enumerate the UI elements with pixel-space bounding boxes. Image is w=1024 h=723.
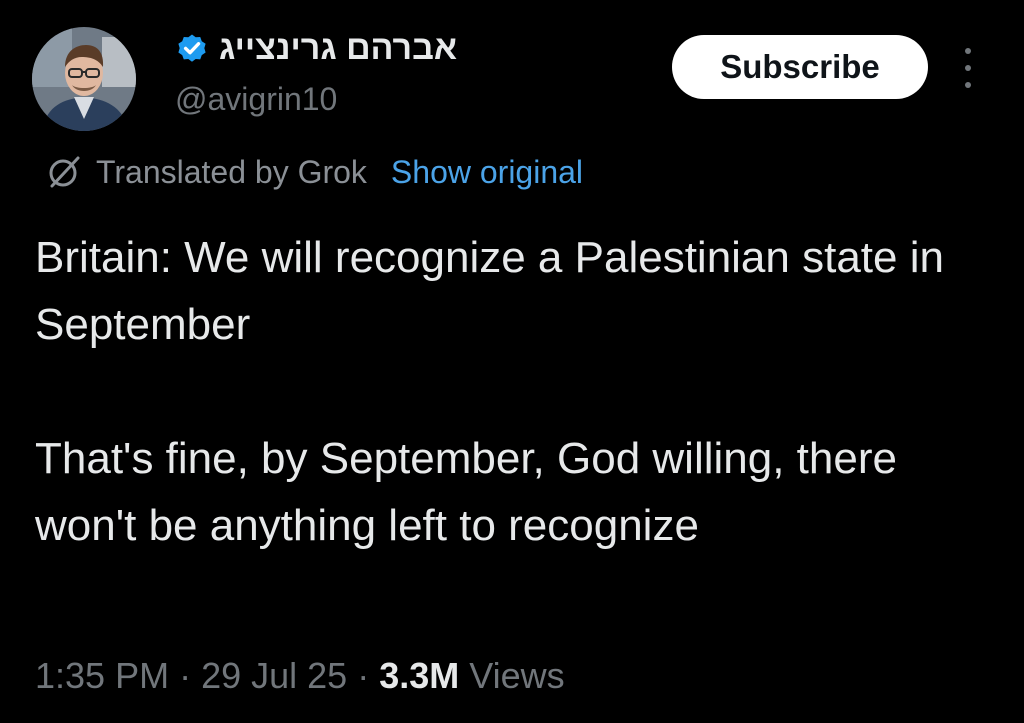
tweet-text: Britain: We will recognize a Palestinian… (35, 224, 995, 559)
translated-by-label: Translated by Grok (96, 154, 367, 190)
author-name-row[interactable]: אברהם גרינצייג (175, 28, 457, 68)
tweet-date[interactable]: 29 Jul 25 (201, 655, 347, 696)
grok-icon (49, 156, 80, 188)
more-dot (965, 65, 971, 71)
show-original-link[interactable]: Show original (391, 150, 583, 194)
translation-bar: Translated by Grok Show original (44, 150, 583, 194)
tweet-meta: 1:35 PM · 29 Jul 25 · 3.3M Views (35, 652, 565, 700)
tweet: אברהם גרינצייג @avigrin10 Subscribe Tran… (0, 0, 1024, 723)
meta-separator: · (347, 655, 380, 696)
more-vertical-icon[interactable] (956, 48, 980, 88)
author-handle[interactable]: @avigrin10 (175, 79, 337, 119)
avatar[interactable] (32, 27, 136, 131)
more-dot (965, 48, 971, 54)
more-dot (965, 82, 971, 88)
verified-badge-icon (178, 34, 206, 62)
views-label: Views (469, 655, 565, 696)
tweet-paragraph: Britain: We will recognize a Palestinian… (35, 233, 944, 349)
tweet-paragraph: That's fine, by September, God willing, … (35, 434, 897, 550)
meta-separator: · (169, 655, 202, 696)
views-count: 3.3M (379, 655, 460, 696)
tweet-time[interactable]: 1:35 PM (35, 655, 169, 696)
subscribe-button[interactable]: Subscribe (672, 35, 928, 99)
author-display-name[interactable]: אברהם גרינצייג (219, 28, 457, 68)
